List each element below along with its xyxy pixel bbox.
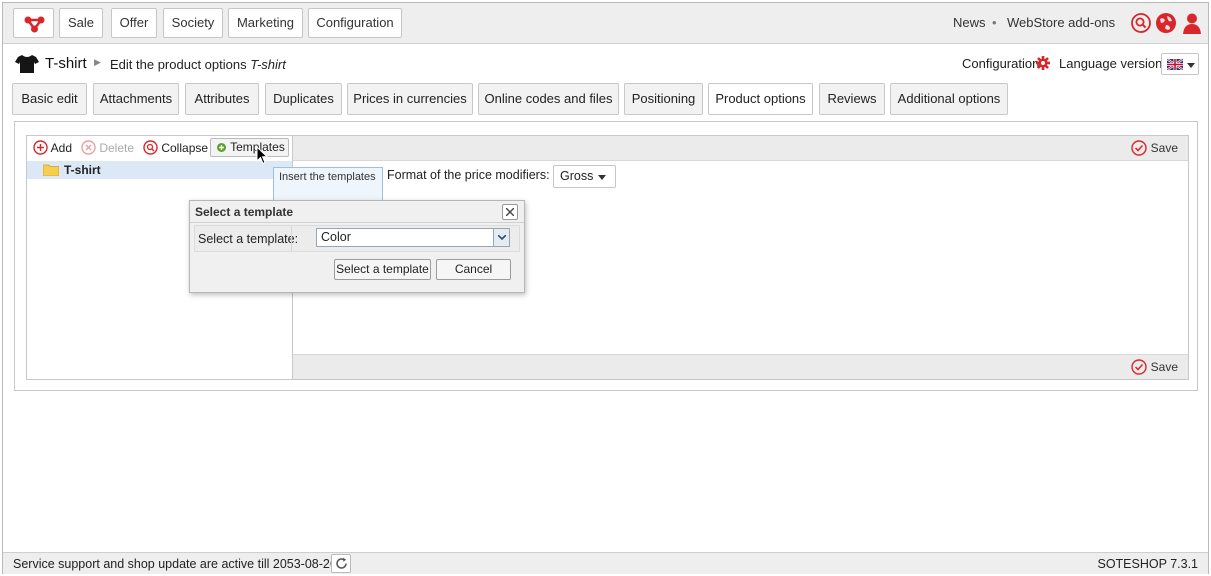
close-icon <box>506 208 514 216</box>
price-modifier-select[interactable]: Gross <box>553 165 616 188</box>
save-label-bottom: Save <box>1150 360 1178 374</box>
collapse-icon <box>143 140 158 155</box>
save-icon <box>1131 359 1147 375</box>
select-arrow-button[interactable] <box>493 229 509 246</box>
subtitle-product: T-shirt <box>250 57 286 72</box>
bottom-action-bar: Save <box>293 354 1188 379</box>
price-modifier-label: Format of the price modifiers: <box>387 168 550 182</box>
nav-marketing[interactable]: Marketing <box>228 8 303 38</box>
nav-configuration[interactable]: Configuration <box>308 8 402 38</box>
select-template-button[interactable]: Select a template <box>334 259 431 280</box>
top-navigation-bar: Sale Offer Society Marketing Configurati… <box>3 3 1208 44</box>
tree-item-root[interactable]: T-shirt <box>27 161 292 179</box>
gear-icon[interactable] <box>1036 56 1050 70</box>
mouse-cursor-icon <box>256 146 269 165</box>
refresh-button[interactable] <box>331 554 351 573</box>
dialog-close-button[interactable] <box>502 204 518 220</box>
tab-attachments[interactable]: Attachments <box>93 83 179 115</box>
tab-prices-in-currencies[interactable]: Prices in currencies <box>347 83 473 115</box>
language-select[interactable] <box>1161 53 1199 75</box>
form-divider <box>291 226 292 251</box>
tree-item-label: T-shirt <box>64 163 101 177</box>
version-label: SOTESHOP 7.3.1 <box>1097 557 1198 571</box>
add-label: Add <box>50 141 73 155</box>
nav-society[interactable]: Society <box>163 8 223 38</box>
nav-sale[interactable]: Sale <box>59 8 103 38</box>
configuration-label: Configuration <box>962 56 1040 71</box>
webstore-addons-link[interactable]: WebStore add-ons <box>1007 15 1115 30</box>
save-button-bottom[interactable]: Save <box>1131 359 1178 375</box>
delete-button[interactable]: Delete <box>81 140 134 156</box>
configuration-link[interactable]: Configuration <box>962 56 1039 71</box>
templates-tooltip: Insert the templates <box>273 167 383 201</box>
tree-toolbar: Add Delete Collapse Templates <box>27 136 292 159</box>
top-action-bar: Save <box>293 136 1188 161</box>
user-icon[interactable] <box>1181 12 1203 34</box>
delete-icon <box>81 140 96 155</box>
chevron-down-icon <box>498 235 506 240</box>
insert-template-icon <box>217 143 226 152</box>
tab-additional-options[interactable]: Additional options <box>890 83 1008 115</box>
dialog-title: Select a template <box>195 205 294 219</box>
save-button-top[interactable]: Save <box>1131 140 1178 156</box>
tab-positioning[interactable]: Positioning <box>624 83 703 115</box>
tshirt-icon <box>15 55 39 73</box>
search-icon[interactable] <box>1130 12 1152 34</box>
logo-icon <box>24 16 45 33</box>
app-window: Sale Offer Society Marketing Configurati… <box>2 2 1209 574</box>
dialog-header: Select a template <box>190 201 524 223</box>
support-status-text: Service support and shop update are acti… <box>13 557 337 571</box>
nav-offer[interactable]: Offer <box>111 8 157 38</box>
tab-duplicates[interactable]: Duplicates <box>265 83 342 115</box>
breadcrumb-arrow-icon: ▶ <box>94 57 101 67</box>
templates-button[interactable]: Templates <box>210 138 289 157</box>
subtitle-prefix: Edit the product options <box>110 57 247 72</box>
add-button[interactable]: Add <box>33 140 72 156</box>
tab-reviews[interactable]: Reviews <box>819 83 885 115</box>
tab-online-codes-and-files[interactable]: Online codes and files <box>478 83 619 115</box>
tab-attributes[interactable]: Attributes <box>185 83 259 115</box>
price-modifier-value: Gross <box>560 169 594 183</box>
folder-icon <box>43 164 59 176</box>
dialog-form-row: Select a template: Color <box>194 225 520 252</box>
template-field-label: Select a template: <box>198 232 299 246</box>
status-footer: Service support and shop update are acti… <box>3 552 1208 574</box>
home-logo-button[interactable] <box>13 8 54 38</box>
delete-label: Delete <box>99 141 135 155</box>
collapse-button[interactable]: Collapse <box>143 140 208 156</box>
tab-product-options[interactable]: Product options <box>708 83 813 115</box>
add-icon <box>33 140 48 155</box>
chevron-down-icon <box>598 175 606 180</box>
language-label: Language version <box>1059 56 1163 71</box>
news-link[interactable]: News <box>953 15 986 30</box>
refresh-icon <box>336 557 347 569</box>
globe-icon[interactable] <box>1155 12 1177 34</box>
tab-basic-edit[interactable]: Basic edit <box>12 83 87 115</box>
template-select[interactable]: Color <box>316 228 510 247</box>
template-select-value: Color <box>321 230 351 244</box>
collapse-label: Collapse <box>161 141 209 155</box>
product-title: T-shirt <box>45 55 87 72</box>
select-template-dialog: Select a template Select a template: Col… <box>189 200 525 293</box>
cancel-button[interactable]: Cancel <box>436 259 511 280</box>
page-subtitle: Edit the product options T-shirt <box>110 57 286 72</box>
chevron-down-icon <box>1187 63 1195 68</box>
save-icon <box>1131 140 1147 156</box>
uk-flag-icon <box>1167 59 1183 70</box>
nav-separator: • <box>992 15 997 30</box>
save-label-top: Save <box>1150 141 1178 155</box>
